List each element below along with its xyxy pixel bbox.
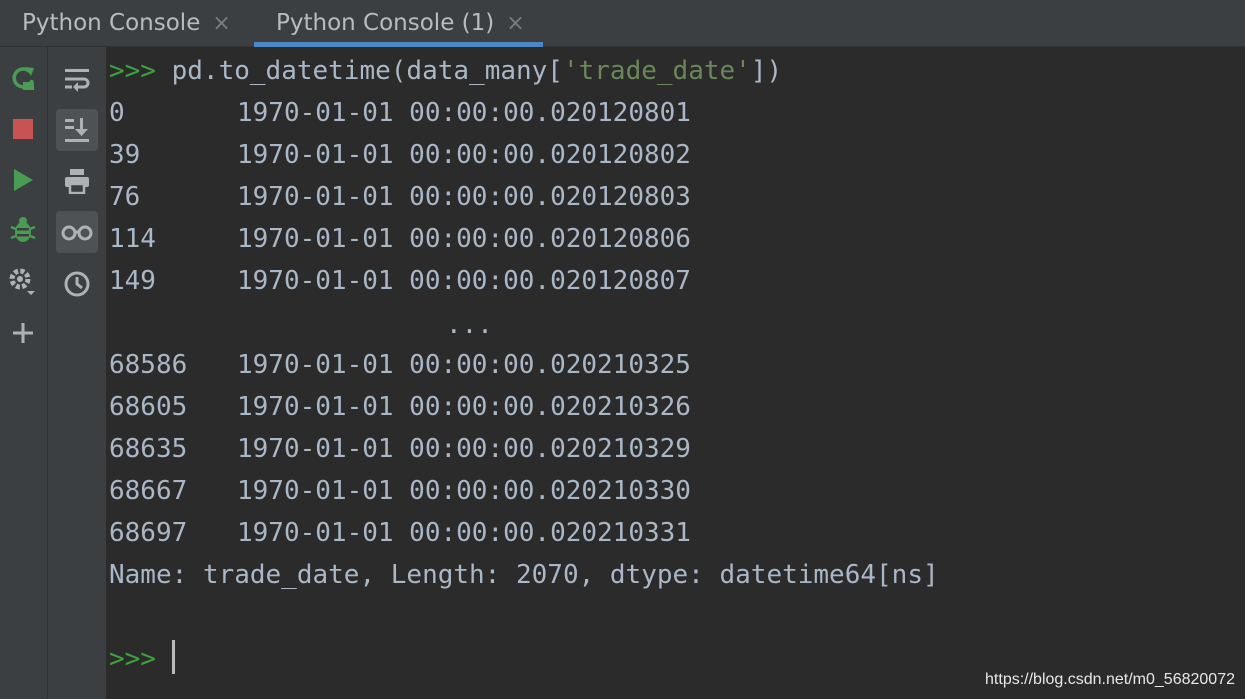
row-index: 39 xyxy=(109,140,141,170)
row-value: 1970-01-01 00:00:00.020120806 xyxy=(237,224,691,254)
tab-python-console[interactable]: Python Console × xyxy=(22,0,231,46)
row-index: 114 xyxy=(109,224,156,254)
row-value: 1970-01-01 00:00:00.020210331 xyxy=(237,518,691,548)
output-row: 114 1970-01-01 00:00:00.020120806 xyxy=(109,219,691,259)
prompt: >>> xyxy=(109,56,172,86)
rerun-icon[interactable] xyxy=(4,59,42,97)
soft-wrap-icon[interactable] xyxy=(56,58,98,100)
tab-label: Python Console (1) xyxy=(276,10,495,36)
console-view-toolbar xyxy=(48,47,106,699)
row-value: 1970-01-01 00:00:00.020210329 xyxy=(237,434,691,464)
stop-icon[interactable] xyxy=(4,110,42,148)
row-index: 68697 xyxy=(109,518,188,548)
series-summary: Name: trade_date, Length: 2070, dtype: d… xyxy=(109,560,939,590)
prompt: >>> xyxy=(109,644,172,674)
output-row: 76 1970-01-01 00:00:00.020120803 xyxy=(109,177,691,217)
close-icon[interactable]: × xyxy=(212,11,230,36)
command-text: pd.to_datetime(data_many[ xyxy=(171,56,563,86)
close-icon[interactable]: × xyxy=(506,11,524,36)
output-row: 68667 1970-01-01 00:00:00.020210330 xyxy=(109,471,691,511)
debug-icon[interactable] xyxy=(4,211,42,249)
add-icon[interactable] xyxy=(4,314,42,352)
show-variables-icon[interactable] xyxy=(56,211,98,253)
row-index: 68667 xyxy=(109,476,188,506)
row-value: 1970-01-01 00:00:00.020120802 xyxy=(237,140,691,170)
output-row: 39 1970-01-01 00:00:00.020120802 xyxy=(109,135,691,175)
row-index: 0 xyxy=(109,98,125,128)
row-value: 1970-01-01 00:00:00.020210325 xyxy=(237,350,691,380)
output-row: 68697 1970-01-01 00:00:00.020210331 xyxy=(109,513,691,553)
settings-icon[interactable] xyxy=(4,263,42,301)
execute-icon[interactable] xyxy=(4,161,42,199)
tab-label: Python Console xyxy=(22,10,201,36)
text-caret xyxy=(172,640,175,674)
console-actions-toolbar xyxy=(0,47,48,699)
active-tab-indicator xyxy=(254,42,543,47)
output-row: 149 1970-01-01 00:00:00.020120807 xyxy=(109,261,691,301)
scroll-to-end-icon[interactable] xyxy=(56,109,98,151)
print-icon[interactable] xyxy=(56,160,98,202)
row-value: 1970-01-01 00:00:00.020120803 xyxy=(237,182,691,212)
tab-bar: Python Console × Python Console (1) × xyxy=(0,0,1245,47)
row-value: 1970-01-01 00:00:00.020120807 xyxy=(237,266,691,296)
row-index: 68605 xyxy=(109,392,188,422)
ellipsis: ... xyxy=(446,310,493,340)
row-index: 76 xyxy=(109,182,141,212)
command-line: >>> pd.to_datetime(data_many['trade_date… xyxy=(109,51,782,91)
output-row: 0 1970-01-01 00:00:00.020120801 xyxy=(109,93,691,133)
row-value: 1970-01-01 00:00:00.020210326 xyxy=(237,392,691,422)
tab-python-console-1[interactable]: Python Console (1) × xyxy=(276,0,525,46)
watermark: https://blog.csdn.net/m0_56820072 xyxy=(985,671,1235,688)
command-text: ]) xyxy=(750,56,783,86)
input-line[interactable]: >>> xyxy=(109,639,172,679)
console-output[interactable]: >>> pd.to_datetime(data_many['trade_date… xyxy=(109,48,1239,698)
row-index: 68635 xyxy=(109,434,188,464)
output-row: 68586 1970-01-01 00:00:00.020210325 xyxy=(109,345,691,385)
row-value: 1970-01-01 00:00:00.020210330 xyxy=(237,476,691,506)
row-value: 1970-01-01 00:00:00.020120801 xyxy=(237,98,691,128)
history-icon[interactable] xyxy=(56,263,98,305)
row-index: 68586 xyxy=(109,350,188,380)
output-row: 68605 1970-01-01 00:00:00.020210326 xyxy=(109,387,691,427)
command-string: 'trade_date' xyxy=(562,56,751,86)
output-row: 68635 1970-01-01 00:00:00.020210329 xyxy=(109,429,691,469)
row-index: 149 xyxy=(109,266,156,296)
